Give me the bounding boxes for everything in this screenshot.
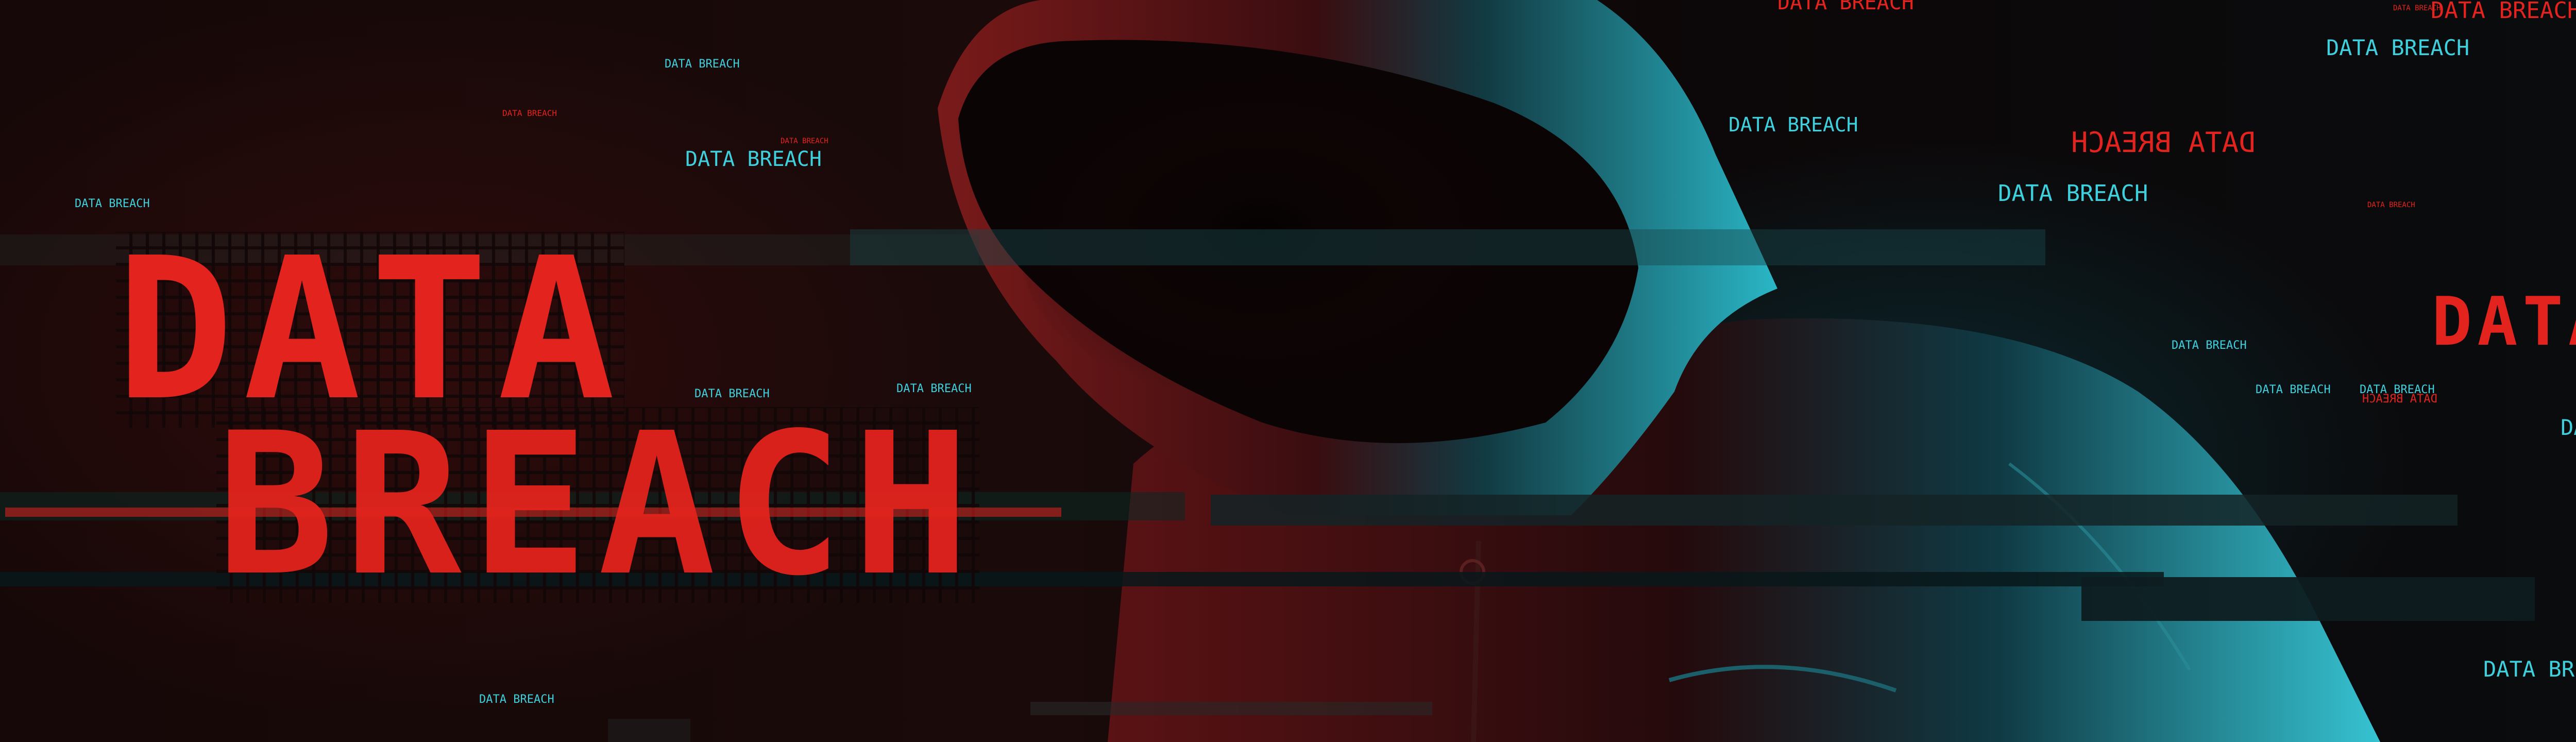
- glitch-band: [2081, 577, 2535, 621]
- glitch-red-streak: [5, 508, 1061, 517]
- headline-breach: BREACH: [216, 391, 979, 619]
- glitch-band: [1030, 702, 1432, 715]
- floating-label: DATA BREACH: [781, 137, 828, 145]
- floating-label: DATA BREACH: [694, 387, 770, 400]
- floating-label: DATA BREACH: [896, 382, 972, 395]
- floating-label: DATA BREACH: [1998, 180, 2148, 207]
- glitch-band: [608, 719, 690, 742]
- floating-label: DATA BREACH: [2172, 339, 2247, 352]
- scene: DATA BREACH DATA DATA BREACH DATA BREACH…: [0, 0, 2576, 742]
- floating-label: DATA BREACH: [2367, 201, 2415, 209]
- floating-label: DATA BREACH: [502, 108, 557, 118]
- right-headline: DATA: [2432, 282, 2576, 361]
- floating-label: DATA BREACH: [2431, 0, 2576, 24]
- glitch-band: [1211, 495, 2458, 526]
- floating-label: DATA BREACH: [1777, 0, 1914, 14]
- glitch-band: [850, 229, 2045, 265]
- floating-label: DATA BREACH: [685, 147, 822, 171]
- floating-label: DATA BREACH: [665, 58, 740, 71]
- floating-label: DATA BREACH: [2362, 393, 2437, 406]
- floating-label: DATA BREACH: [2256, 383, 2331, 396]
- floating-label: DATA BREACH: [1728, 113, 1858, 136]
- floating-label: DATA BREACH: [2326, 35, 2470, 60]
- floating-label: DATA BREACH: [2483, 656, 2576, 682]
- floating-label: DATA BREACH: [2071, 126, 2256, 159]
- floating-label: DATA BREACH: [75, 197, 150, 210]
- floating-label: DATA BREACH: [2561, 415, 2576, 440]
- floating-label: DATA BREACH: [479, 693, 554, 706]
